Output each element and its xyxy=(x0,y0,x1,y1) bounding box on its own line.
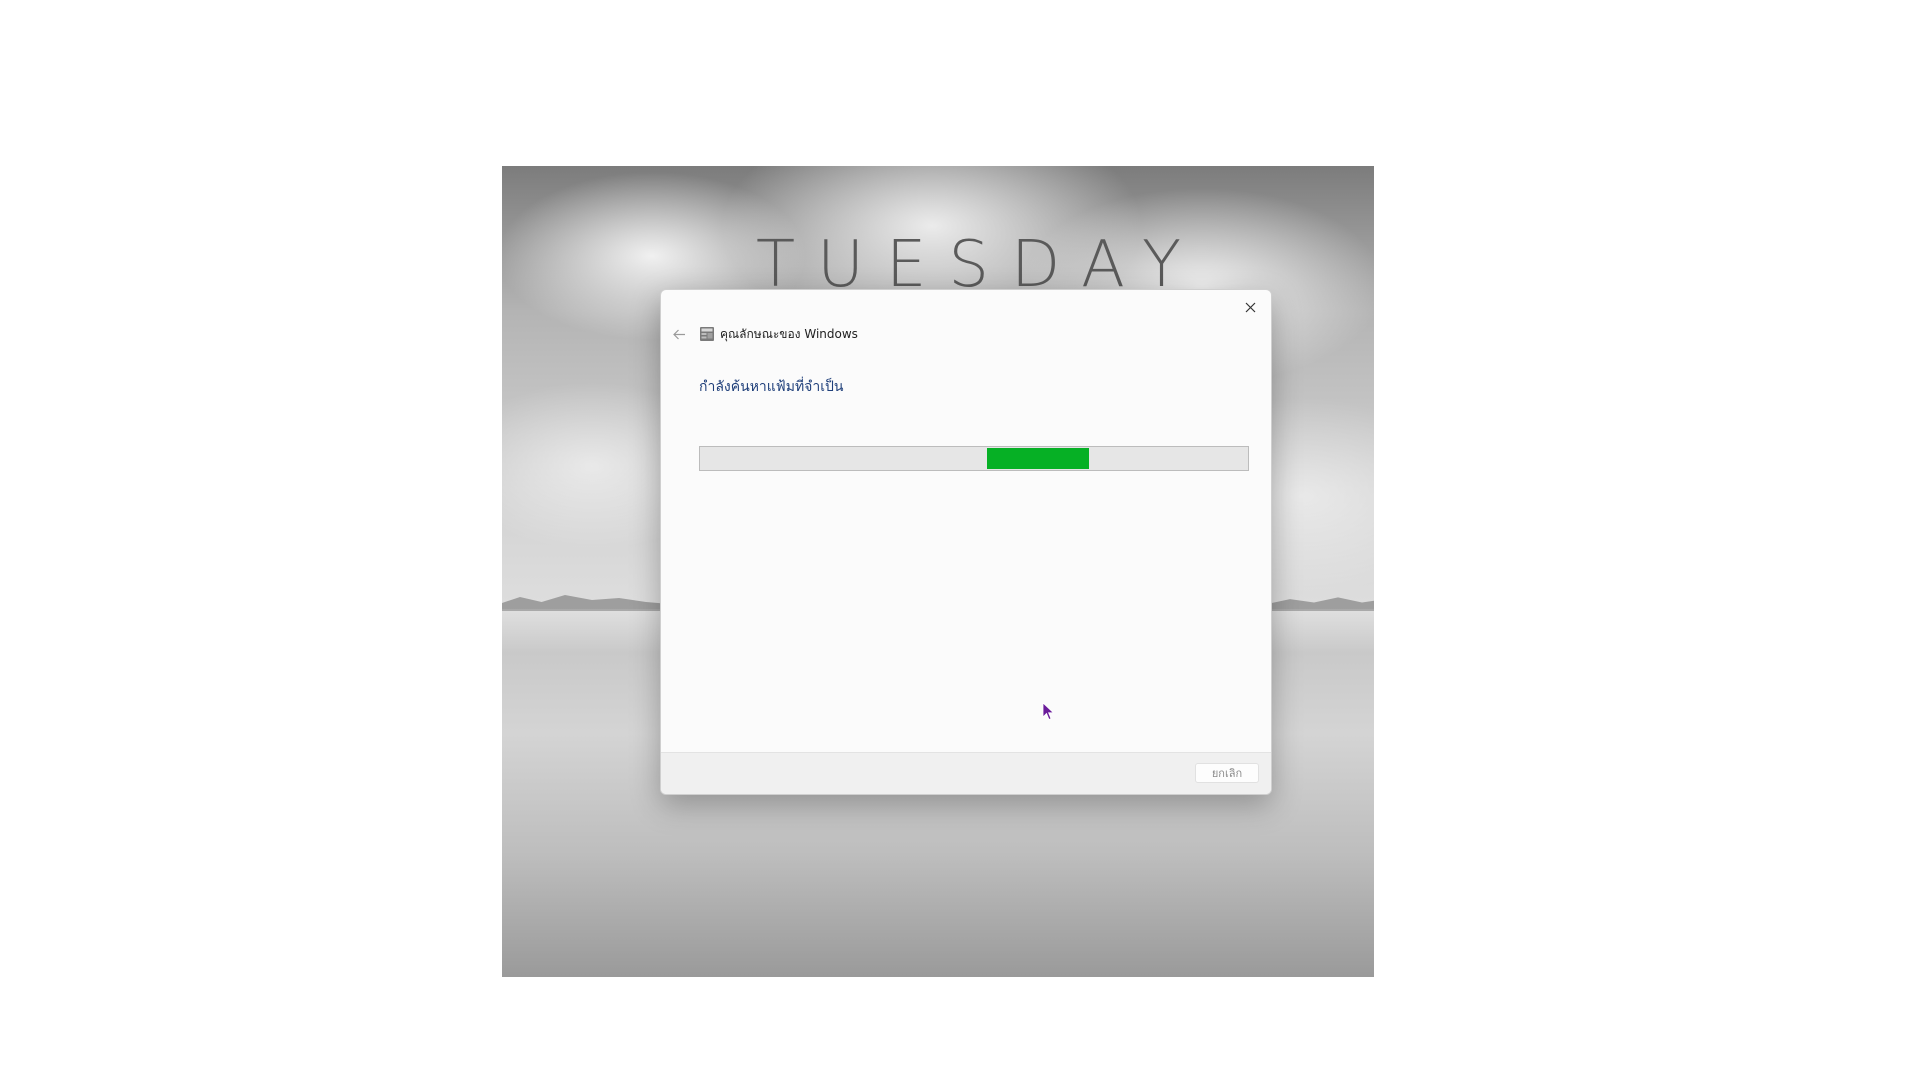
back-button[interactable] xyxy=(667,324,691,344)
back-arrow-icon xyxy=(672,329,685,339)
close-icon xyxy=(1245,302,1255,312)
mouse-pointer-icon xyxy=(1042,702,1055,721)
dialog-header: คุณลักษณะของ Windows xyxy=(667,324,858,344)
close-button[interactable] xyxy=(1235,294,1265,320)
dialog-app-title: คุณลักษณะของ Windows xyxy=(720,326,858,341)
status-heading: กำลังค้นหาแฟ้มที่จำเป็น xyxy=(699,379,844,395)
progress-bar-fill xyxy=(986,448,1090,469)
progress-bar xyxy=(699,446,1249,471)
wallpaper-hills-left xyxy=(502,595,682,611)
desktop: TUESDAY คุณลักษณะของ Windows กำลังค้นหาแ… xyxy=(0,0,1920,1080)
windows-features-icon xyxy=(700,327,714,341)
windows-features-dialog: คุณลักษณะของ Windows กำลังค้นหาแฟ้มที่จำ… xyxy=(660,289,1272,795)
dialog-footer: ยกเลิก xyxy=(661,752,1271,794)
cancel-button[interactable]: ยกเลิก xyxy=(1195,763,1259,783)
